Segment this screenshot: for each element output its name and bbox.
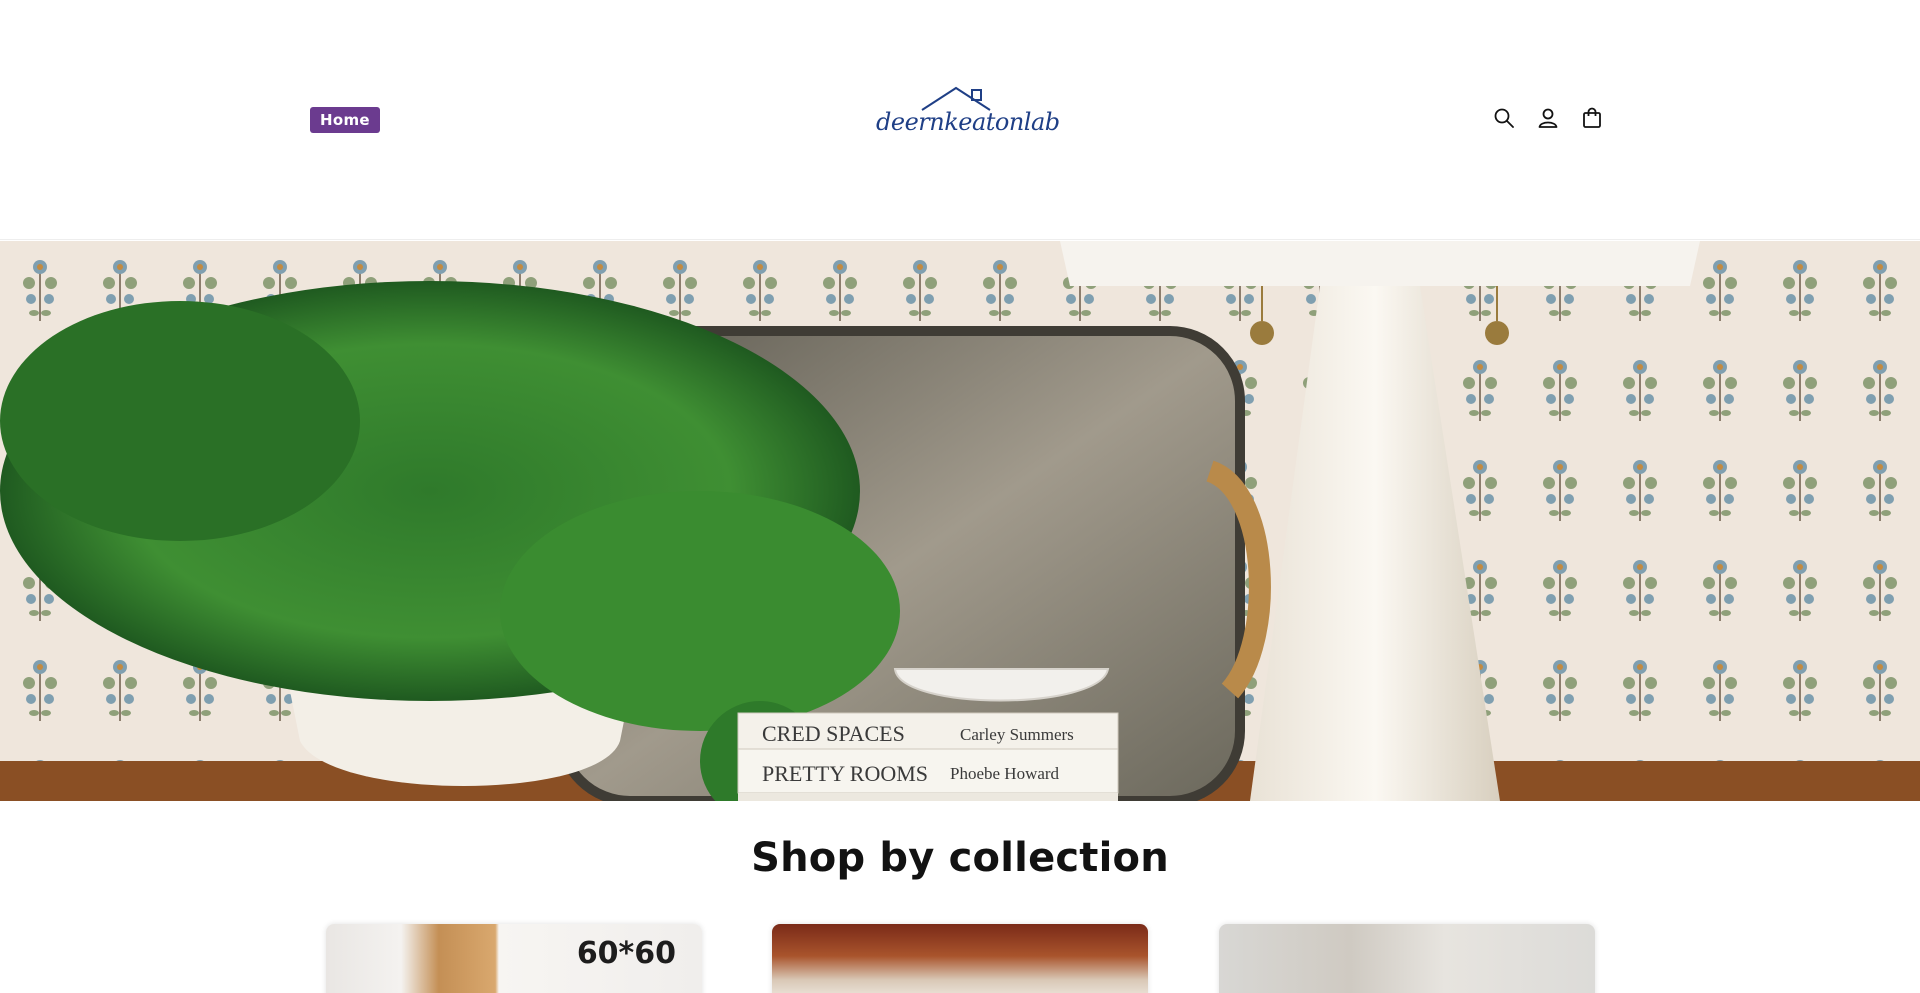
book-title-2: PRETTY ROOMS (762, 761, 928, 786)
book-title-1: CRED SPACES (762, 721, 905, 746)
nav-home-link[interactable]: Home (310, 107, 380, 133)
site-logo[interactable]: deernkeatonlab (876, 82, 1060, 142)
book-author-2: Phoebe Howard (950, 764, 1060, 783)
site-header: Home deernkeatonlab (0, 0, 1920, 240)
collection-heading: Shop by collection (751, 835, 1169, 881)
account-icon[interactable] (1536, 106, 1560, 130)
card-size-badge: 60*60 (576, 936, 676, 971)
book-author-1: Carley Summers (960, 725, 1074, 744)
search-icon[interactable] (1492, 106, 1516, 130)
collection-card-3[interactable] (1219, 924, 1595, 993)
collection-card-1[interactable]: 60*60 (326, 924, 702, 993)
hero-banner-image: CRED SPACES Carley Summers PRETTY ROOMS … (0, 241, 1920, 801)
hero-banner: CRED SPACES Carley Summers PRETTY ROOMS … (0, 241, 1920, 801)
header-icons (1492, 106, 1604, 130)
cart-icon[interactable] (1580, 106, 1604, 130)
collection-cards: 60*60 (326, 924, 1596, 993)
logo-text: deernkeatonlab (876, 108, 1060, 136)
collection-card-2[interactable] (772, 924, 1148, 993)
